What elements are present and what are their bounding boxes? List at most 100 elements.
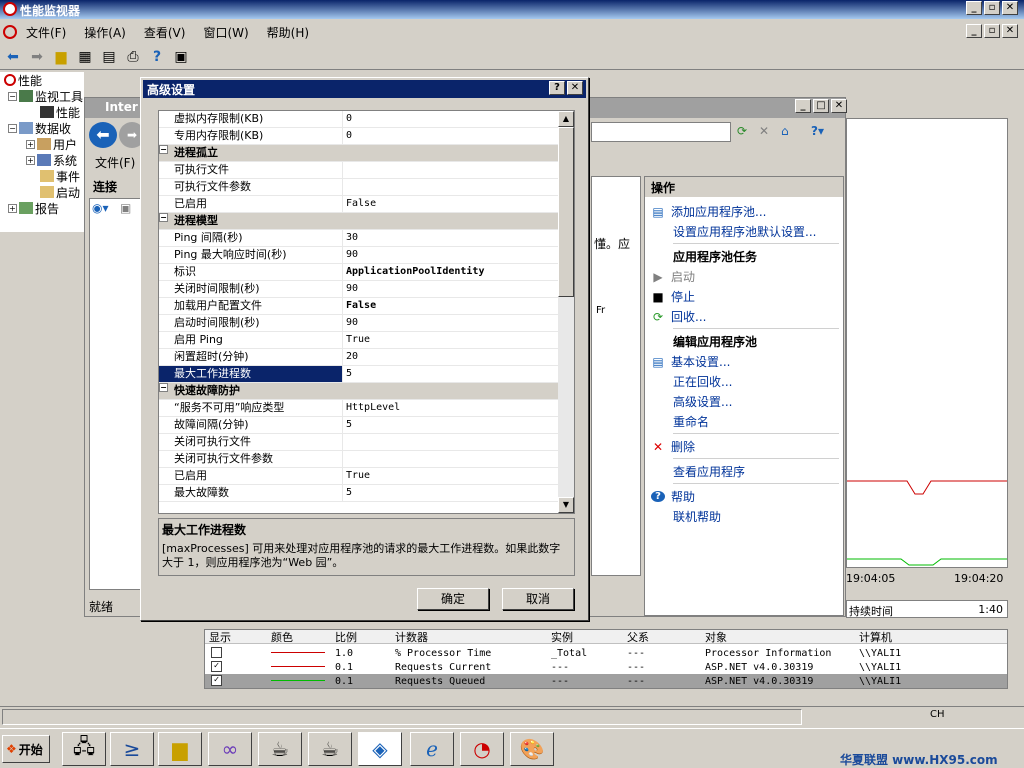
menu-view[interactable]: 查看(V) [135,24,195,41]
menu-file[interactable]: 文件(F) [17,24,75,41]
stop-nav-icon[interactable]: ✕ [759,124,769,138]
property-row[interactable]: 最大工作进程数 5 [159,366,559,383]
action-set-defaults[interactable]: 设置应用程序池默认设置... [673,223,816,240]
tree-item-data-collector[interactable]: − 数据收 [0,120,84,136]
task-iis-icon[interactable]: ◈ [358,732,402,766]
menu-help[interactable]: 帮助(H) [258,24,318,41]
scroll-up-icon[interactable]: ▲ [558,111,574,127]
property-value[interactable] [343,451,346,467]
iis-maximize-button[interactable]: □ [813,99,829,113]
property-value[interactable]: 5 [343,417,352,433]
collapse-icon[interactable]: − [8,91,17,101]
col-counter[interactable]: 计数器 [395,629,428,645]
task-java2-icon[interactable]: ☕ [308,732,352,766]
cancel-button[interactable]: 取消 [502,588,574,610]
property-row[interactable]: Ping 间隔(秒) 30 [159,230,559,247]
scroll-down-icon[interactable]: ▼ [558,497,574,513]
counter-show-checkbox[interactable] [211,647,222,658]
collapse-icon[interactable]: − [159,213,168,222]
property-value[interactable] [343,162,346,178]
counter-row[interactable]: ✓ 0.1 Requests Queued --- --- ASP.NET v4.0.30… [205,674,1007,688]
show-hide-tree-icon[interactable]: ▦ [75,47,95,67]
property-value[interactable]: 0 [343,111,352,127]
menu-window[interactable]: 窗口(W) [194,24,257,41]
property-row[interactable]: 已启用 True [159,468,559,485]
property-value[interactable]: 90 [343,247,358,263]
property-row[interactable]: 专用内存限制(KB) 0 [159,128,559,145]
property-category[interactable]: − 进程孤立 [159,145,559,162]
language-indicator[interactable]: CH [930,709,945,720]
property-value[interactable]: True [343,332,370,348]
property-row[interactable]: 虚拟内存限制(KB) 0 [159,111,559,128]
menu-action[interactable]: 操作(A) [75,24,135,41]
property-value[interactable]: 5 [343,485,352,501]
action-view-apps[interactable]: 查看应用程序 [673,463,745,480]
property-row[interactable]: 启动时间限制(秒) 90 [159,315,559,332]
task-visual-studio-icon[interactable]: ∞ [208,732,252,766]
iis-menu-file[interactable]: 文件(F) [95,154,135,171]
property-value[interactable]: ApplicationPoolIdentity [343,264,484,280]
task-ie-icon[interactable]: ℯ [410,732,454,766]
action-help[interactable]: ? 帮助 [651,488,695,505]
property-value[interactable]: 30 [343,230,358,246]
expand-icon[interactable]: + [26,155,35,165]
expand-icon[interactable]: + [8,203,17,213]
action-recycle[interactable]: ⟳ 回收... [651,308,706,325]
iis-help-icon[interactable]: ?▾ [811,124,824,138]
property-grid-scrollbar[interactable]: ▲ ▼ [558,111,574,513]
connect-globe-icon[interactable]: ◉▾ [92,201,109,215]
tree-item-monitor-tools[interactable]: − 监视工具 [0,88,84,104]
iis-close-button[interactable]: ✕ [831,99,847,113]
col-show[interactable]: 显示 [209,629,231,645]
properties-icon[interactable]: ▤ [99,47,119,67]
col-color[interactable]: 颜色 [271,629,293,645]
property-row[interactable]: Ping 最大响应时间(秒) 90 [159,247,559,264]
property-row[interactable]: 已启用 False [159,196,559,213]
action-advanced-settings[interactable]: 高级设置... [673,393,732,410]
tree-item-system[interactable]: + 系统 [0,152,84,168]
home-icon[interactable]: ⌂ [781,124,789,138]
property-row[interactable]: 可执行文件参数 [159,179,559,196]
action-stop[interactable]: ■ 停止 [651,288,695,305]
task-explorer-icon[interactable]: ▆ [158,732,202,766]
property-row[interactable]: 关闭时间限制(秒) 90 [159,281,559,298]
counter-show-checkbox[interactable]: ✓ [211,661,222,672]
action-basic-settings[interactable]: ▤ 基本设置... [651,353,730,370]
print-icon[interactable]: ⎙ [123,47,143,67]
property-category[interactable]: − 快速故障防护 [159,383,559,400]
property-value[interactable]: 90 [343,281,358,297]
perfmon-menu-icon[interactable] [3,25,17,39]
property-value[interactable] [343,434,346,450]
action-rename[interactable]: 重命名 [673,413,709,430]
property-row[interactable]: “服务不可用”响应类型 HttpLevel [159,400,559,417]
tree-item-perf-monitor[interactable]: 性能 [0,104,84,120]
property-value[interactable]: False [343,196,376,212]
property-value[interactable]: False [343,298,376,314]
collapse-icon[interactable]: − [159,383,168,392]
col-instance[interactable]: 实例 [551,629,573,645]
start-button[interactable]: ❖ 开始 [2,735,50,763]
child-minimize-button[interactable]: _ [966,24,982,38]
iis-back-icon[interactable]: ⬅ [89,122,117,148]
property-row[interactable]: 关闭可执行文件 [159,434,559,451]
col-scale[interactable]: 比例 [335,629,357,645]
counter-row[interactable]: 1.0 % Processor Time _Total --- Processor In… [205,646,1007,660]
property-row[interactable]: 加载用户配置文件 False [159,298,559,315]
action-add-pool[interactable]: ▤ 添加应用程序池... [651,203,766,220]
counter-row[interactable]: ✓ 0.1 Requests Current --- --- ASP.NET v4.0.3… [205,660,1007,674]
property-row[interactable]: 可执行文件 [159,162,559,179]
col-object[interactable]: 对象 [705,629,727,645]
property-row[interactable]: 标识 ApplicationPoolIdentity [159,264,559,281]
scroll-thumb[interactable] [558,127,574,297]
task-paint-icon[interactable]: 🎨 [510,732,554,766]
property-row[interactable]: 最大故障数 5 [159,485,559,502]
tree-item-startup[interactable]: 启动 [0,184,84,200]
forward-icon[interactable]: ➡ [27,47,47,67]
tree-item-user[interactable]: + 用户 [0,136,84,152]
task-powershell-icon[interactable]: ≥ [110,732,154,766]
property-category[interactable]: − 进程模型 [159,213,559,230]
property-value[interactable]: True [343,468,370,484]
action-recycling[interactable]: 正在回收... [673,373,732,390]
property-value[interactable]: 90 [343,315,358,331]
ok-button[interactable]: 确定 [417,588,489,610]
